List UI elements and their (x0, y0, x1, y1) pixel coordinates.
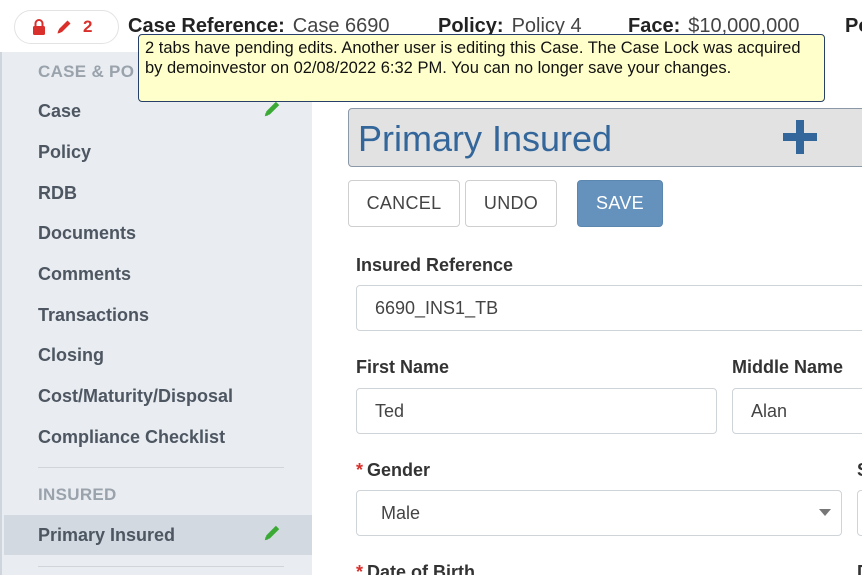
header-extra: Po (845, 15, 862, 38)
cancel-button[interactable]: CANCEL (348, 180, 460, 227)
insured-reference-input[interactable]: 6690_INS1_TB (356, 285, 862, 331)
column2-label-partial: S (857, 460, 862, 481)
sidebar-item-label: Comments (38, 263, 132, 284)
sidebar-item-label: Closing (38, 344, 104, 365)
chevron-down-icon (819, 509, 831, 516)
pencil-edit-icon (262, 523, 282, 548)
lock-icon (31, 18, 47, 36)
case-lock-badge[interactable]: 2 (14, 10, 119, 44)
sidebar-item-closing[interactable]: Closing (4, 335, 312, 375)
sidebar-item-label: Primary Insured (38, 524, 176, 545)
sidebar-item-policy[interactable]: Policy (4, 132, 312, 172)
pencil-icon (55, 18, 73, 36)
middle-name-input[interactable]: Alan (732, 388, 862, 434)
app-page: 2 Case Reference: Case 6690 Policy: Policy… (0, 0, 862, 575)
sidebar-item-label: Documents (38, 222, 137, 243)
column2-input-partial[interactable] (857, 490, 862, 536)
sidebar-item-label: Case (38, 100, 82, 121)
pending-edits-count: 2 (83, 17, 93, 36)
required-marker: * (356, 460, 364, 480)
sidebar-section-case: CASE & PO (38, 62, 135, 81)
gender-select-value: Male (381, 502, 421, 523)
sidebar-item-label: Cost/Maturity/Disposal (38, 385, 234, 406)
sidebar-item-label: Policy (38, 141, 92, 162)
case-lock-tooltip: 2 tabs have pending edits. Another user … (138, 34, 825, 102)
sidebar-item-transactions[interactable]: Transactions (4, 295, 312, 335)
pencil-edit-icon (262, 99, 282, 124)
save-button[interactable]: SAVE (577, 180, 663, 227)
add-insured-plus-icon[interactable] (781, 118, 819, 161)
sidebar-item-cost-maturity-disposal[interactable]: Cost/Maturity/Disposal (4, 376, 312, 416)
first-name-label: First Name (356, 357, 450, 377)
required-marker: * (356, 562, 364, 575)
undo-button[interactable]: UNDO (465, 180, 557, 227)
sidebar-item-label: Transactions (38, 304, 150, 325)
sidebar-item-compliance-checklist[interactable]: Compliance Checklist (4, 417, 312, 457)
gender-select[interactable]: Male (356, 490, 842, 536)
sidebar: CASE & PO Case Policy RDB Documents Comm… (0, 52, 312, 575)
date-of-birth-label-text: Date of Birth (367, 562, 476, 575)
column2-label-partial-2: D (857, 562, 862, 575)
sidebar-divider (38, 467, 284, 468)
sidebar-item-comments[interactable]: Comments (4, 254, 312, 294)
sidebar-item-rdb[interactable]: RDB (4, 173, 312, 213)
sidebar-item-primary-insured[interactable]: Primary Insured (4, 515, 312, 555)
insured-reference-label: Insured Reference (356, 255, 514, 275)
sidebar-item-documents[interactable]: Documents (4, 213, 312, 253)
gender-label: * Gender (356, 460, 430, 481)
header-extra-label: Po (845, 15, 862, 37)
date-of-birth-label: * Date of Birth (356, 562, 475, 575)
panel-title: Primary Insured (358, 118, 613, 159)
sidebar-item-label: RDB (38, 182, 77, 203)
panel-header: Primary Insured (348, 108, 862, 167)
middle-name-label: Middle Name (732, 357, 844, 377)
main-content: Primary Insured CANCEL UNDO SAVE Insured… (312, 52, 862, 575)
sidebar-item-label: Compliance Checklist (38, 426, 226, 447)
sidebar-divider (38, 566, 284, 567)
first-name-input[interactable]: Ted (356, 388, 717, 434)
gender-label-text: Gender (367, 460, 431, 480)
sidebar-section-insured: INSURED (38, 485, 117, 504)
